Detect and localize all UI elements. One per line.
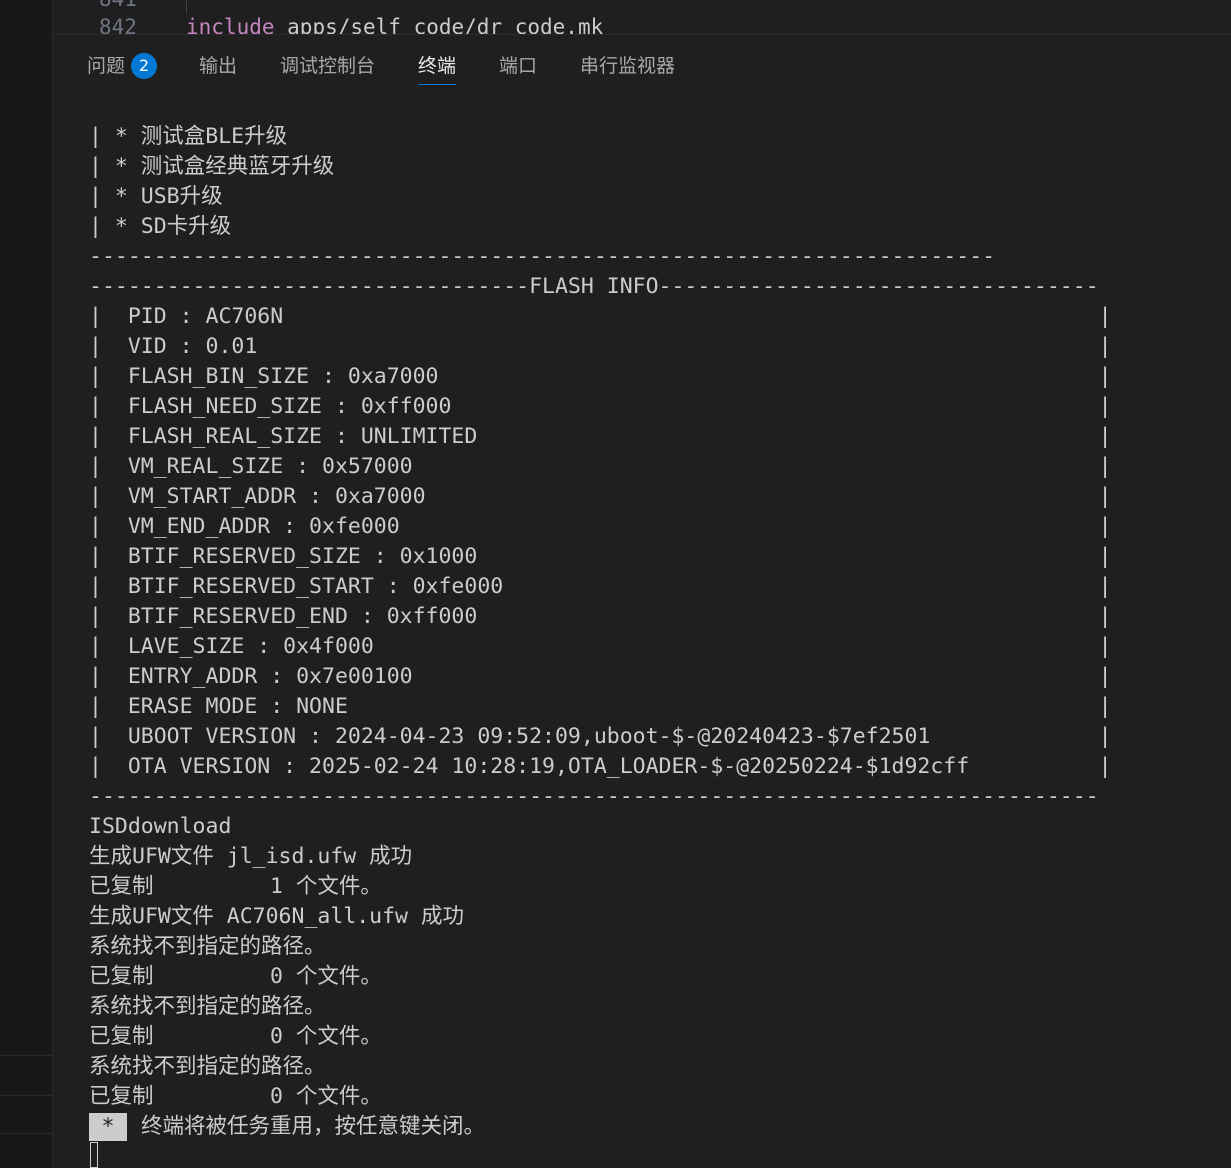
tab-label: 串行监视器: [580, 55, 676, 77]
terminal-line: | UBOOT VERSION : 2024-04-23 09:52:09,ub…: [89, 724, 1112, 749]
tab-debug-console[interactable]: 调试控制台: [280, 53, 375, 79]
tab-ports[interactable]: 端口: [499, 53, 537, 79]
terminal-line: | * 测试盒BLE升级: [89, 124, 288, 149]
terminal-line: ----------------------------------FLASH …: [89, 274, 1099, 299]
terminal-line: 已复制 1 个文件。: [89, 874, 382, 899]
editor-peek: 841 842 include apps/self_code/dr_code.m…: [53, 0, 1231, 35]
terminal-line: | FLASH_REAL_SIZE : UNLIMITED |: [89, 424, 1112, 449]
tab-label: 输出: [199, 55, 238, 77]
terminal-line: 生成UFW文件 AC706N_all.ufw 成功: [89, 904, 464, 929]
terminal-line: | VM_REAL_SIZE : 0x57000 |: [89, 454, 1112, 479]
terminal-line: | BTIF_RESERVED_SIZE : 0x1000 |: [89, 544, 1112, 569]
terminal-line: 已复制 0 个文件。: [89, 964, 382, 989]
tab-label: 终端: [418, 55, 457, 77]
code-keyword: include: [186, 15, 275, 35]
tab-label: 调试控制台: [280, 55, 376, 77]
problems-count-badge: 2: [131, 53, 158, 79]
line-number: 842: [99, 15, 137, 35]
terminal-line: | VID : 0.01 |: [89, 334, 1112, 359]
terminal-lines: | * 测试盒BLE升级 | * 测试盒经典蓝牙升级 | * USB升级 | * SD…: [89, 122, 1231, 1112]
terminal-line: | FLASH_BIN_SIZE : 0xa7000 |: [89, 364, 1112, 389]
tab-terminal[interactable]: 终端: [418, 53, 457, 85]
line-number: 841: [99, 0, 137, 12]
terminal-line: | * SD卡升级: [89, 214, 232, 239]
tab-serial-monitor[interactable]: 串行监视器: [580, 53, 675, 79]
tab-problems[interactable]: 问题 2: [87, 53, 158, 79]
task-message: 终端将被任务重用，按任意键关闭。: [141, 1114, 486, 1139]
terminal-line: | BTIF_RESERVED_END : 0xff000 |: [89, 604, 1112, 629]
tab-output[interactable]: 输出: [199, 53, 237, 79]
divider: [0, 1055, 52, 1056]
terminal-line: 已复制 0 个文件。: [89, 1024, 382, 1049]
tab-label: 端口: [499, 55, 538, 77]
terminal-cursor: [90, 1142, 98, 1168]
terminal-line: | FLASH_NEED_SIZE : 0xff000 |: [89, 394, 1112, 419]
terminal-line: 已复制 0 个文件。: [89, 1084, 382, 1109]
terminal-line: | * USB升级: [89, 184, 223, 209]
terminal-line: | VM_START_ADDR : 0xa7000 |: [89, 484, 1112, 509]
terminal-line: ----------------------------------------…: [89, 244, 996, 269]
terminal-line: 系统找不到指定的路径。: [89, 994, 326, 1019]
terminal-line: | BTIF_RESERVED_START : 0xfe000 |: [89, 574, 1112, 599]
terminal-line: | OTA VERSION : 2025-02-24 10:28:19,OTA_…: [89, 754, 1112, 779]
tab-label: 问题: [87, 55, 126, 77]
active-tab-indicator: [418, 84, 457, 85]
terminal-line: | ENTRY_ADDR : 0x7e00100 |: [89, 664, 1112, 689]
task-marker: *: [89, 1113, 127, 1141]
terminal-line: | LAVE_SIZE : 0x4f000 |: [89, 634, 1112, 659]
terminal-line: | ERASE MODE : NONE |: [89, 694, 1112, 719]
terminal-line: | VM_END_ADDR : 0xfe000 |: [89, 514, 1112, 539]
terminal-output[interactable]: | * 测试盒BLE升级 | * 测试盒经典蓝牙升级 | * USB升级 | * SD…: [89, 122, 1231, 1168]
terminal-line: 生成UFW文件 jl_isd.ufw 成功: [89, 844, 413, 869]
code-line[interactable]: include apps/self_code/dr_code.mk: [186, 14, 604, 35]
indent-guide: [186, 0, 187, 14]
terminal-line: 系统找不到指定的路径。: [89, 1054, 326, 1079]
terminal-line: ISDdownload: [89, 814, 232, 839]
terminal-line: 系统找不到指定的路径。: [89, 934, 326, 959]
terminal-line: | * 测试盒经典蓝牙升级: [89, 154, 335, 179]
divider: [0, 1095, 52, 1096]
code-text: apps/self_code/dr_code.mk: [274, 15, 604, 35]
task-reuse-line: * 终端将被任务重用，按任意键关闭。: [89, 1112, 1231, 1142]
activity-strip: [0, 0, 53, 1168]
panel-tabs: 问题 2 输出 调试控制台 终端 端口 串行监视器: [53, 35, 1231, 93]
terminal-line: | PID : AC706N |: [89, 304, 1112, 329]
terminal-line: ----------------------------------------…: [89, 784, 1099, 809]
divider: [0, 1133, 52, 1134]
